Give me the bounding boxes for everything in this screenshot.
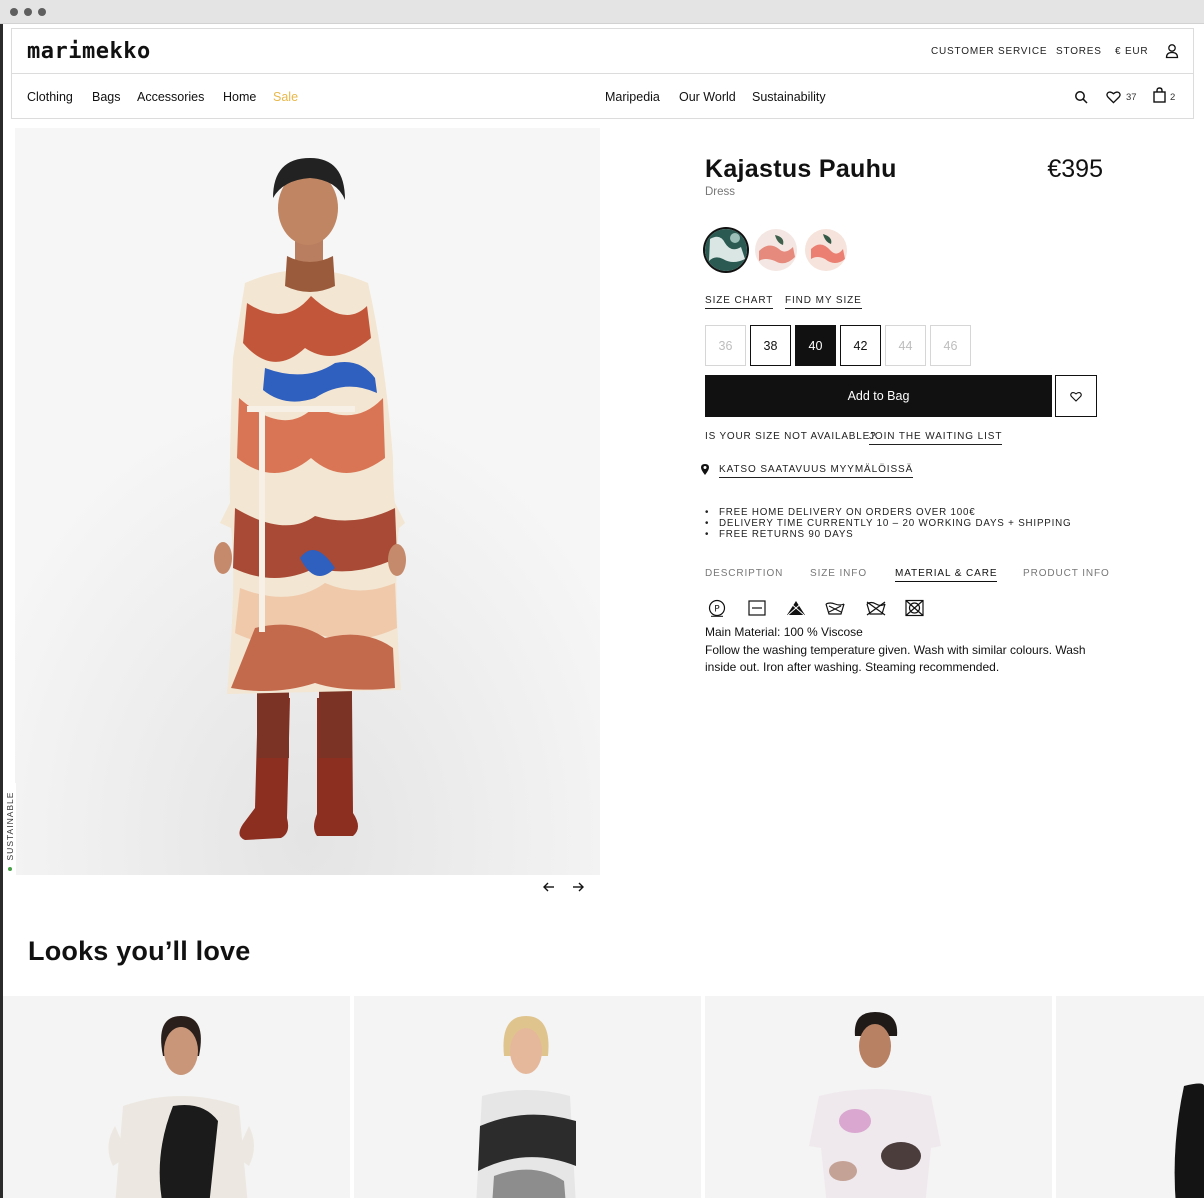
no-bleach-icon (787, 600, 805, 616)
look-card[interactable] (1056, 996, 1204, 1198)
size-option-38[interactable]: 38 (750, 325, 791, 366)
delivery-info-item: FREE HOME DELIVERY ON ORDERS OVER 100€ (705, 507, 1071, 518)
add-to-wishlist-button[interactable] (1055, 375, 1097, 417)
tab-size-info[interactable]: SIZE INFO (810, 568, 867, 579)
delivery-info-item: FREE RETURNS 90 DAYS (705, 529, 1071, 540)
size-option-46[interactable]: 46 (930, 325, 971, 366)
size-option-42[interactable]: 42 (840, 325, 881, 366)
window-titlebar (0, 0, 1204, 24)
add-to-bag-button[interactable]: Add to Bag (705, 375, 1052, 417)
care-instructions: Follow the washing temperature given. Wa… (705, 643, 1086, 674)
size-not-available-text: IS YOUR SIZE NOT AVAILABLE? (705, 431, 877, 442)
size-chart-link[interactable]: SIZE CHART (705, 295, 774, 309)
main-material: Main Material: 100 % Viscose (705, 625, 863, 639)
nav-home[interactable]: Home (223, 90, 256, 104)
header-top-row: marimekko CUSTOMER SERVICE STORES € EUR (12, 29, 1193, 74)
site-header: marimekko CUSTOMER SERVICE STORES € EUR … (11, 28, 1194, 119)
customer-service-link[interactable]: CUSTOMER SERVICE (931, 46, 1047, 57)
product-type: Dress (705, 186, 736, 198)
currency-selector[interactable]: € EUR (1115, 46, 1148, 57)
bag-icon[interactable] (1153, 87, 1166, 103)
no-tumble-icon (866, 601, 886, 616)
wishlist-heart-icon[interactable] (1106, 90, 1121, 104)
sustainable-badge: SUSTAINABLE (3, 783, 16, 875)
window-zoom-dot[interactable] (38, 8, 46, 16)
swatch-pattern-pink (755, 229, 797, 271)
product-title: Kajastus Pauhu (705, 155, 897, 183)
nav-sustainability[interactable]: Sustainability (752, 90, 826, 104)
account-icon[interactable] (1165, 43, 1179, 59)
heart-icon (1070, 391, 1082, 402)
search-icon[interactable] (1074, 90, 1088, 104)
leaf-icon (8, 867, 12, 871)
nav-accessories[interactable]: Accessories (137, 90, 204, 104)
nav-maripedia[interactable]: Maripedia (605, 90, 660, 104)
sustainable-label: SUSTAINABLE (5, 791, 15, 861)
delivery-info-item: DELIVERY TIME CURRENTLY 10 – 20 WORKING … (705, 518, 1071, 529)
product-main-image[interactable] (15, 128, 600, 875)
color-swatch-coral[interactable] (805, 229, 847, 271)
color-swatch-pink[interactable] (755, 229, 797, 271)
arrow-right-icon[interactable] (571, 880, 585, 894)
dry-clean-p-icon: P (708, 599, 726, 617)
product-price: €395 (1047, 155, 1103, 183)
look-image (3, 996, 350, 1198)
swatch-pattern-coral (805, 229, 847, 271)
arrow-left-icon[interactable] (542, 880, 556, 894)
look-image (1056, 996, 1204, 1198)
size-option-40[interactable]: 40 (795, 325, 836, 366)
color-swatch-green[interactable] (705, 229, 747, 271)
nav-bags[interactable]: Bags (92, 90, 121, 104)
logo[interactable]: marimekko (27, 39, 151, 64)
no-tumble-dry-icon (905, 599, 924, 617)
look-card[interactable] (3, 996, 350, 1198)
bag-count: 2 (1170, 92, 1176, 103)
tab-material-care[interactable]: MATERIAL & CARE (895, 568, 998, 582)
look-card[interactable] (705, 996, 1052, 1198)
nav-clothing[interactable]: Clothing (27, 90, 73, 104)
window-close-dot[interactable] (10, 8, 18, 16)
tab-description[interactable]: DESCRIPTION (705, 568, 783, 579)
store-availability-link[interactable]: KATSO SAATAVUUS MYYMÄLÖISSÄ (719, 464, 914, 478)
stores-link[interactable]: STORES (1056, 46, 1102, 57)
looks-section-title: Looks you’ll love (28, 936, 251, 966)
look-card[interactable] (354, 996, 701, 1198)
size-option-36[interactable]: 36 (705, 325, 746, 366)
window-minimize-dot[interactable] (24, 8, 32, 16)
wishlist-count: 37 (1126, 92, 1137, 103)
find-my-size-link[interactable]: FIND MY SIZE (785, 295, 862, 309)
nav-sale[interactable]: Sale (273, 90, 298, 104)
dry-flat-icon (748, 600, 766, 616)
nav-our-world[interactable]: Our World (679, 90, 736, 104)
wash-icon (825, 602, 845, 615)
svg-text:P: P (714, 605, 720, 615)
model-photo (15, 128, 600, 875)
look-image (705, 996, 1052, 1198)
size-option-44[interactable]: 44 (885, 325, 926, 366)
tab-product-info[interactable]: PRODUCT INFO (1023, 568, 1110, 579)
join-waiting-list-link[interactable]: JOIN THE WAITING LIST (869, 431, 1003, 445)
swatch-pattern-green (705, 229, 747, 271)
location-pin-icon (701, 464, 709, 475)
delivery-info-list: FREE HOME DELIVERY ON ORDERS OVER 100€ D… (705, 507, 1071, 540)
look-image (354, 996, 701, 1198)
